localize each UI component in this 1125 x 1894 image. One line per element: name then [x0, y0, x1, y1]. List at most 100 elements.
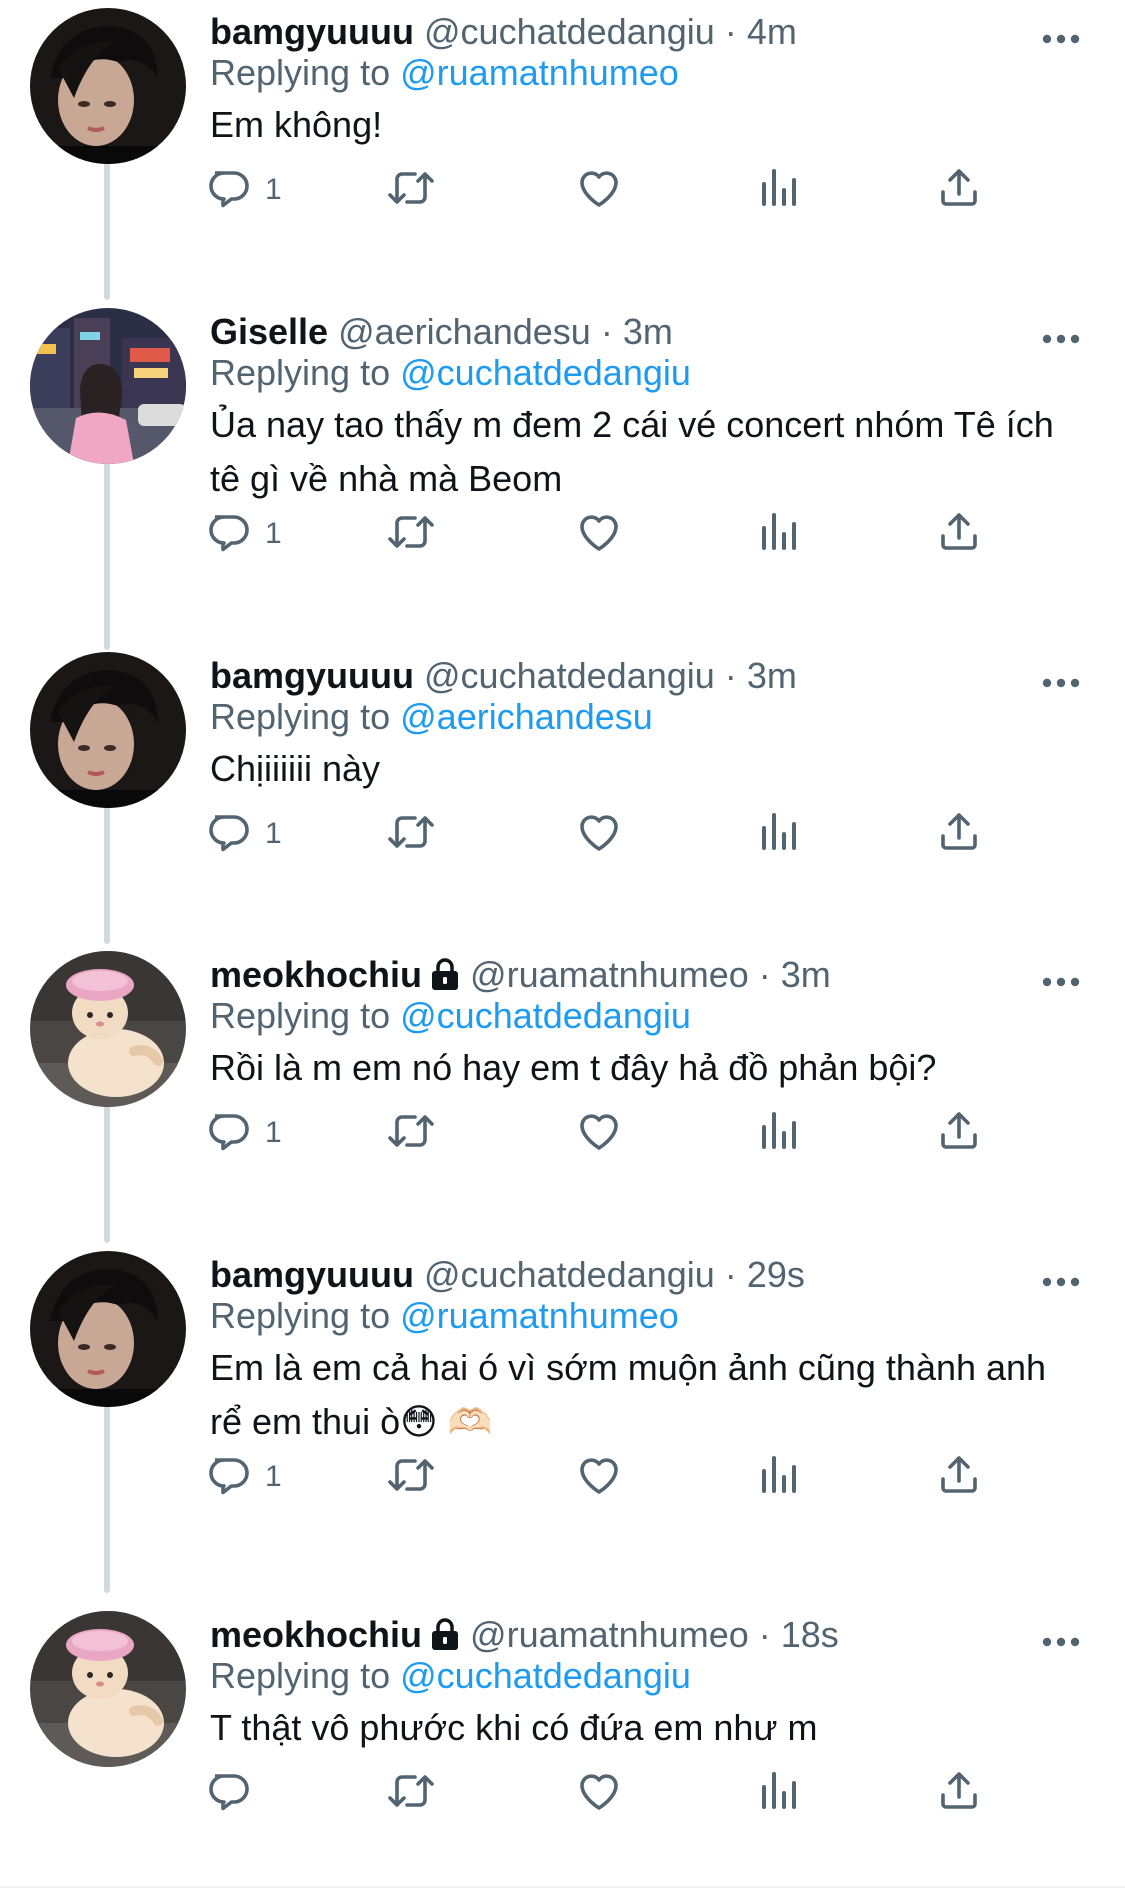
display-name[interactable]: bamgyuuuu [210, 1254, 414, 1295]
tweet-text: Em là em cả hai ó vì sớm muộn ảnh cũng t… [210, 1347, 1047, 1442]
avatar[interactable] [30, 1611, 186, 1767]
retweet-button[interactable] [385, 160, 437, 220]
like-button[interactable] [575, 1447, 623, 1507]
tweet-text: Chịiiiiii này [210, 748, 381, 789]
reply-count: 1 [265, 1460, 282, 1493]
views-button[interactable] [755, 1447, 803, 1507]
retweet-button[interactable] [385, 1103, 437, 1163]
reply-icon [205, 808, 253, 861]
display-name[interactable]: meokhochiu [210, 1614, 422, 1655]
views-button[interactable] [755, 1103, 803, 1163]
user-handle[interactable]: @cuchatdedangiu [424, 11, 715, 52]
display-name[interactable]: meokhochiu [210, 954, 422, 995]
like-icon [575, 1767, 623, 1820]
tweet[interactable]: bamgyuuuu @cuchatdedangiu · 3m Replying t… [0, 644, 1125, 944]
like-button[interactable] [575, 804, 623, 864]
reply-button[interactable]: 1 [205, 804, 282, 864]
share-icon [935, 1107, 983, 1160]
reply-button[interactable]: 1 [205, 1447, 282, 1507]
user-handle[interactable]: @ruamatnhumeo [470, 1614, 749, 1655]
user-handle[interactable]: @ruamatnhumeo [470, 954, 749, 995]
more-icon[interactable] [1041, 1275, 1081, 1287]
reply-count: 1 [265, 1116, 282, 1149]
timestamp[interactable]: 3m [747, 655, 797, 696]
separator-dot: · [600, 311, 613, 352]
like-button[interactable] [575, 504, 623, 564]
avatar[interactable] [30, 951, 186, 1107]
tweet[interactable]: meokhochiu @ruamatnhumeo · 18s Replying t… [0, 1603, 1125, 1894]
user-handle[interactable]: @cuchatdedangiu [424, 1254, 715, 1295]
separator-dot: · [724, 1254, 737, 1295]
views-button[interactable] [755, 160, 803, 220]
retweet-button[interactable] [385, 1447, 437, 1507]
separator-dot: · [724, 11, 737, 52]
share-button[interactable] [935, 804, 983, 864]
reply-icon [205, 1451, 253, 1504]
separator-dot: · [758, 954, 771, 995]
user-handle[interactable]: @aerichandesu [338, 311, 591, 352]
replying-to-label: Replying to [210, 1295, 391, 1336]
views-icon [755, 808, 803, 861]
replying-to: Replying to @cuchatdedangiu [210, 991, 691, 1041]
timestamp[interactable]: 3m [781, 954, 831, 995]
reply-count: 1 [265, 817, 282, 850]
timestamp[interactable]: 3m [623, 311, 673, 352]
tweet[interactable]: Giselle @aerichandesu · 3m Replying to @c… [0, 300, 1125, 650]
like-button[interactable] [575, 1103, 623, 1163]
more-icon[interactable] [1041, 676, 1081, 688]
replying-to-mention[interactable]: @cuchatdedangiu [400, 352, 691, 393]
replying-to-mention[interactable]: @cuchatdedangiu [400, 1655, 691, 1696]
display-name[interactable]: bamgyuuuu [210, 11, 414, 52]
reply-button[interactable]: 1 [205, 504, 282, 564]
share-button[interactable] [935, 1763, 983, 1823]
reply-count: 1 [265, 173, 282, 206]
share-button[interactable] [935, 504, 983, 564]
tweet-actions: 1 [205, 160, 1005, 220]
avatar[interactable] [30, 652, 186, 808]
more-icon[interactable] [1041, 32, 1081, 44]
timestamp[interactable]: 4m [747, 11, 797, 52]
like-button[interactable] [575, 160, 623, 220]
views-icon [755, 1451, 803, 1504]
more-icon[interactable] [1041, 1635, 1081, 1647]
thread-connector-line [104, 1403, 110, 1593]
replying-to-mention[interactable]: @aerichandesu [400, 696, 653, 737]
user-handle[interactable]: @cuchatdedangiu [424, 655, 715, 696]
more-icon[interactable] [1041, 332, 1081, 344]
reply-count: 1 [265, 517, 282, 550]
replying-to-mention[interactable]: @cuchatdedangiu [400, 995, 691, 1036]
timestamp[interactable]: 18s [781, 1614, 839, 1655]
replying-to-mention[interactable]: @ruamatnhumeo [400, 52, 679, 93]
retweet-button[interactable] [385, 504, 437, 564]
retweet-button[interactable] [385, 804, 437, 864]
avatar[interactable] [30, 8, 186, 164]
reply-button[interactable]: 1 [205, 1103, 282, 1163]
replying-to: Replying to @aerichandesu [210, 692, 653, 742]
share-button[interactable] [935, 160, 983, 220]
reply-icon [205, 1767, 253, 1820]
retweet-button[interactable] [385, 1763, 437, 1823]
tweet[interactable]: meokhochiu @ruamatnhumeo · 3m Replying to… [0, 943, 1125, 1243]
like-icon [575, 508, 623, 561]
reply-button[interactable]: 1 [205, 160, 282, 220]
display-name[interactable]: bamgyuuuu [210, 655, 414, 696]
replying-to-mention[interactable]: @ruamatnhumeo [400, 1295, 679, 1336]
avatar[interactable] [30, 1251, 186, 1407]
share-button[interactable] [935, 1103, 983, 1163]
more-icon[interactable] [1041, 975, 1081, 987]
views-button[interactable] [755, 804, 803, 864]
tweet[interactable]: bamgyuuuu @cuchatdedangiu · 4m Replying t… [0, 0, 1125, 300]
tweet-actions: 1 [205, 504, 1005, 564]
display-name[interactable]: Giselle [210, 311, 328, 352]
timestamp[interactable]: 29s [747, 1254, 805, 1295]
retweet-icon [385, 1107, 437, 1160]
reply-button[interactable] [205, 1763, 265, 1823]
tweet[interactable]: bamgyuuuu @cuchatdedangiu · 29s Replying … [0, 1243, 1125, 1603]
share-button[interactable] [935, 1447, 983, 1507]
views-button[interactable] [755, 504, 803, 564]
like-button[interactable] [575, 1763, 623, 1823]
thread-connector-line [104, 1103, 110, 1243]
views-button[interactable] [755, 1763, 803, 1823]
avatar[interactable] [30, 308, 186, 464]
tweet-text: T thật vô phước khi có đứa em như m [210, 1707, 818, 1748]
